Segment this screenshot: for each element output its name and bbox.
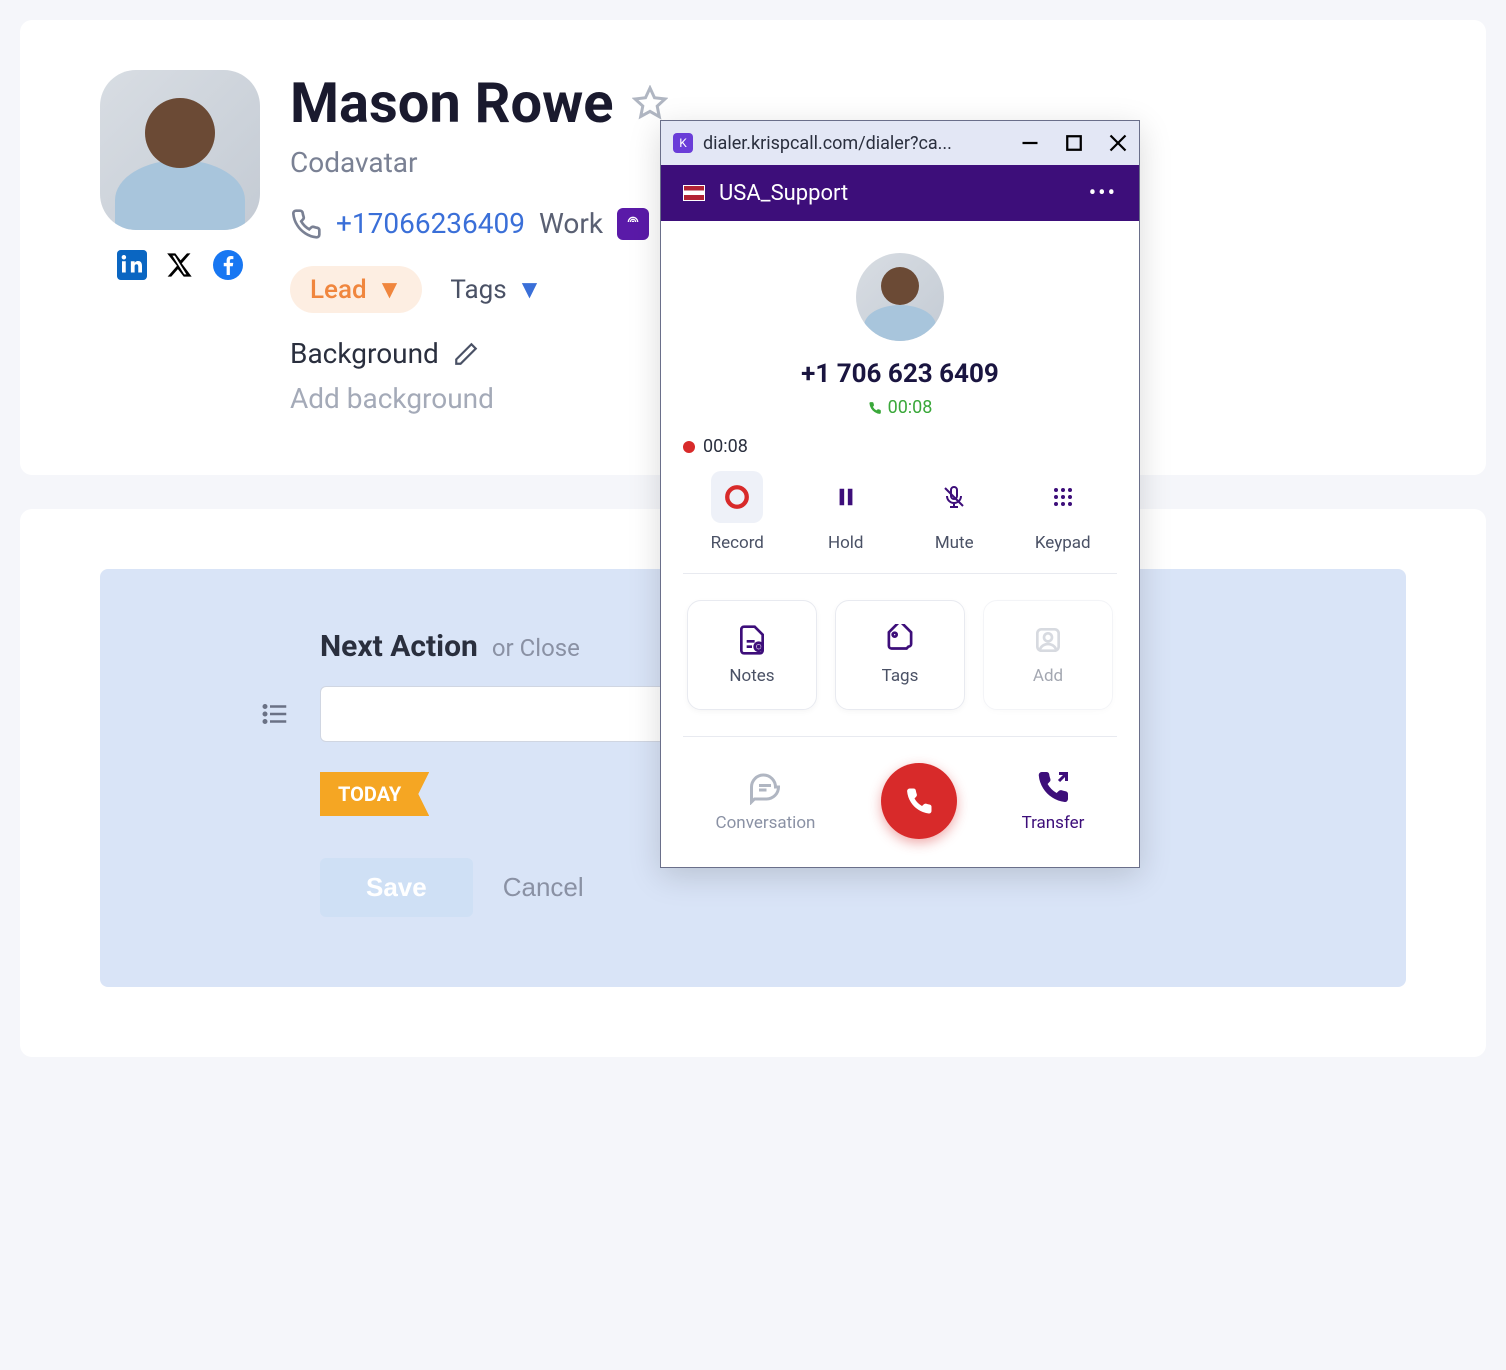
phone-icon <box>290 208 322 240</box>
transfer-button[interactable]: Transfer <box>1022 769 1085 833</box>
cancel-button[interactable]: Cancel <box>503 872 584 903</box>
facebook-icon[interactable] <box>211 248 245 282</box>
contact-avatar[interactable] <box>100 70 260 230</box>
hangup-button[interactable] <box>881 763 957 839</box>
app-icon: K <box>673 133 693 153</box>
line-name: USA_Support <box>719 181 848 206</box>
star-icon[interactable] <box>632 85 668 121</box>
notes-icon <box>736 624 768 656</box>
minimize-icon[interactable] <box>1021 134 1039 152</box>
keypad-icon <box>1051 485 1075 509</box>
keypad-button[interactable]: Keypad <box>1009 471 1118 553</box>
caret-down-icon: ▼ <box>377 274 403 305</box>
chat-icon <box>747 769 783 805</box>
hold-button[interactable]: Hold <box>792 471 901 553</box>
phone-icon <box>904 786 934 816</box>
caller-phone: +1 706 623 6409 <box>683 359 1117 389</box>
close-link[interactable]: or Close <box>492 634 580 662</box>
mic-off-icon <box>942 485 966 509</box>
caret-down-icon: ▼ <box>517 274 543 305</box>
mute-button[interactable]: Mute <box>900 471 1009 553</box>
contact-name: Mason Rowe <box>290 70 614 136</box>
flag-icon <box>683 185 705 201</box>
phone-icon <box>868 401 882 415</box>
tag-icon <box>884 624 916 656</box>
phone-type: Work <box>539 207 603 240</box>
tags-tile[interactable]: Tags <box>835 600 965 710</box>
dialer-window: K dialer.krispcall.com/dialer?ca... USA_… <box>660 120 1140 868</box>
dialer-header: USA_Support ••• <box>661 165 1139 221</box>
background-label: Background <box>290 337 439 370</box>
x-icon[interactable] <box>163 248 197 282</box>
maximize-icon[interactable] <box>1065 134 1083 152</box>
record-icon <box>724 484 750 510</box>
pause-icon <box>835 486 857 508</box>
pencil-icon[interactable] <box>453 341 479 367</box>
add-tile: Add <box>983 600 1113 710</box>
conversation-button[interactable]: Conversation <box>716 769 816 833</box>
record-button[interactable]: Record <box>683 471 792 553</box>
phone-number[interactable]: +17066236409 <box>336 207 525 240</box>
call-app-icon[interactable] <box>617 208 649 240</box>
linkedin-icon[interactable] <box>115 248 149 282</box>
next-action-title: Next Action <box>320 629 478 664</box>
caller-avatar <box>856 253 944 341</box>
today-flag[interactable]: TODAY <box>320 772 429 816</box>
list-icon[interactable] <box>260 699 290 729</box>
transfer-icon <box>1035 769 1071 805</box>
save-button[interactable]: Save <box>320 858 473 917</box>
status-pill[interactable]: Lead ▼ <box>290 266 422 313</box>
notes-tile[interactable]: Notes <box>687 600 817 710</box>
call-timer: 00:08 <box>683 397 1117 418</box>
window-titlebar: K dialer.krispcall.com/dialer?ca... <box>661 121 1139 165</box>
record-timer: 00:08 <box>703 436 748 457</box>
record-indicator-icon <box>683 441 695 453</box>
window-url: dialer.krispcall.com/dialer?ca... <box>703 133 1011 154</box>
tags-dropdown[interactable]: Tags ▼ <box>450 274 542 305</box>
close-icon[interactable] <box>1109 134 1127 152</box>
more-icon[interactable]: ••• <box>1089 181 1117 206</box>
person-icon <box>1032 624 1064 656</box>
